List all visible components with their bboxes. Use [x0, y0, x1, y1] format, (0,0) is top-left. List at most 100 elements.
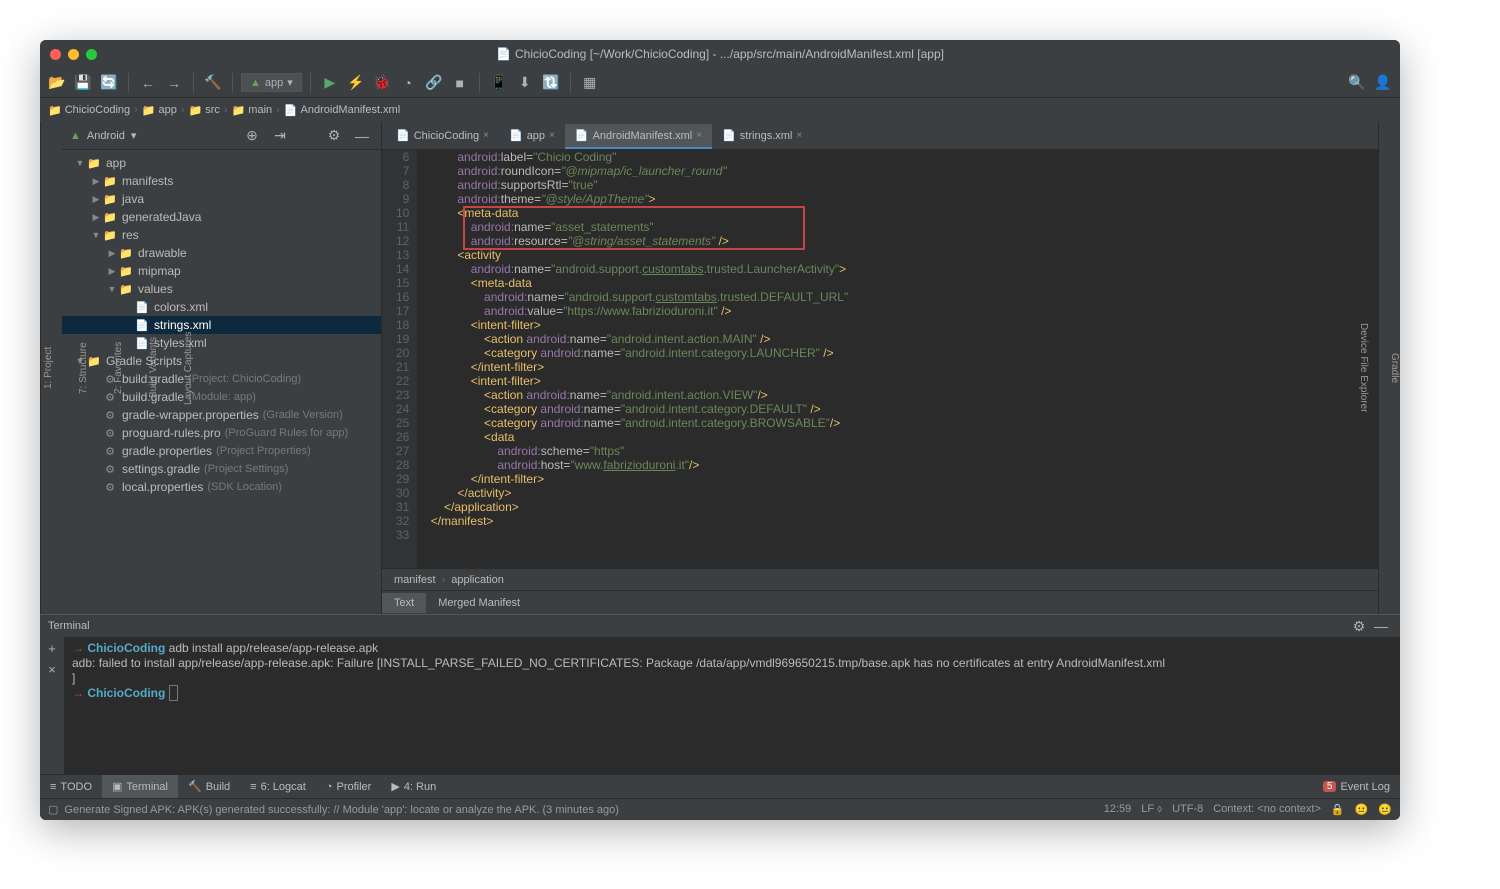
- debug-icon[interactable]: 🐞: [371, 72, 393, 94]
- sync-gradle-icon[interactable]: 🔃: [540, 72, 562, 94]
- run-config-selector[interactable]: ▲ app ▾: [241, 73, 302, 92]
- hide-icon[interactable]: —: [351, 125, 373, 147]
- code-line[interactable]: android:supportsRtl="true": [417, 178, 1368, 192]
- back-icon[interactable]: ←: [137, 72, 159, 94]
- code-line[interactable]: </activity>: [417, 486, 1368, 500]
- code-line[interactable]: <category android:name="android.intent.c…: [417, 346, 1368, 360]
- xml-breadcrumb-item[interactable]: application: [451, 574, 504, 586]
- code-line[interactable]: <meta-data: [417, 206, 1368, 220]
- code-line[interactable]: </intent-filter>: [417, 360, 1368, 374]
- tree-item[interactable]: 📄styles.xml: [62, 334, 381, 352]
- status-icon[interactable]: ▢: [48, 803, 58, 816]
- code-line[interactable]: <activity: [417, 248, 1368, 262]
- editor-mode-tab[interactable]: Merged Manifest: [426, 593, 532, 613]
- gear-icon[interactable]: ⚙: [1348, 615, 1370, 637]
- event-log-button[interactable]: 5 Event Log: [1313, 775, 1400, 798]
- editor-tab[interactable]: 📄app×: [499, 124, 565, 149]
- hide-icon[interactable]: —: [1370, 615, 1392, 637]
- tree-item[interactable]: ⚙proguard-rules.pro(ProGuard Rules for a…: [62, 424, 381, 442]
- tool-tab[interactable]: Build Variants: [146, 334, 161, 403]
- code-line[interactable]: <data: [417, 430, 1368, 444]
- breadcrumb-item[interactable]: 📁ChicioCoding: [48, 104, 130, 117]
- tool-tab[interactable]: 1: Project: [41, 343, 56, 393]
- tree-item[interactable]: ⚙local.properties(SDK Location): [62, 478, 381, 496]
- code-line[interactable]: android:roundIcon="@mipmap/ic_launcher_r…: [417, 164, 1368, 178]
- tree-item[interactable]: ▶📁generatedJava: [62, 208, 381, 226]
- project-tree[interactable]: ▼📁app▶📁manifests▶📁java▶📁generatedJava▼📁r…: [62, 150, 381, 614]
- tree-item[interactable]: ▶📁manifests: [62, 172, 381, 190]
- breadcrumb-item[interactable]: 📁src: [189, 104, 220, 117]
- bottom-tool-tab[interactable]: ▶4: Run: [381, 775, 446, 798]
- bottom-tool-tab[interactable]: 🔨Build: [178, 775, 240, 798]
- apply-changes-icon[interactable]: ⚡: [345, 72, 367, 94]
- code-line[interactable]: android:name="android.support.customtabs…: [417, 262, 1368, 276]
- close-tab-icon[interactable]: ×: [483, 130, 489, 141]
- inspection-icon[interactable]: 😐: [1355, 803, 1369, 816]
- code-line[interactable]: android:resource="@string/asset_statemen…: [417, 234, 1368, 248]
- code-line[interactable]: </application>: [417, 500, 1368, 514]
- tree-item[interactable]: ▼📁Gradle Scripts: [62, 352, 381, 370]
- code-line[interactable]: android:host="www.fabrizioduroni.it"/>: [417, 458, 1368, 472]
- code-content[interactable]: android:label="Chicio Coding" android:ro…: [417, 150, 1378, 568]
- tool-tab[interactable]: Gradle: [1389, 353, 1400, 383]
- breadcrumb-item[interactable]: 📁app: [142, 104, 177, 117]
- bottom-tool-tab[interactable]: ≡TODO: [40, 775, 102, 798]
- breadcrumb-item[interactable]: 📄AndroidManifest.xml: [284, 104, 400, 117]
- tree-item[interactable]: 📄strings.xml: [62, 316, 381, 334]
- attach-debugger-icon[interactable]: 🔗: [423, 72, 445, 94]
- target-icon[interactable]: ⊕: [241, 125, 263, 147]
- code-line[interactable]: android:label="Chicio Coding": [417, 150, 1368, 164]
- close-tab-icon[interactable]: ×: [48, 662, 56, 677]
- avd-manager-icon[interactable]: 📱: [488, 72, 510, 94]
- status-item[interactable]: UTF-8: [1172, 803, 1203, 815]
- editor-tab[interactable]: 📄strings.xml×: [712, 124, 812, 149]
- layout-inspector-icon[interactable]: ▦: [579, 72, 601, 94]
- search-icon[interactable]: 🔍: [1346, 72, 1368, 94]
- code-line[interactable]: android:name="asset_statements": [417, 220, 1368, 234]
- tool-tab[interactable]: 2: Favorites: [111, 338, 126, 398]
- code-line[interactable]: android:value="https://www.fabrizioduron…: [417, 304, 1368, 318]
- bottom-tool-tab[interactable]: ≡6: Logcat: [240, 775, 316, 798]
- forward-icon[interactable]: →: [163, 72, 185, 94]
- tree-item[interactable]: ▼📁values: [62, 280, 381, 298]
- stop-icon[interactable]: ■: [449, 72, 471, 94]
- code-line[interactable]: <action android:name="android.intent.act…: [417, 388, 1368, 402]
- breadcrumb-item[interactable]: 📁main: [232, 104, 273, 117]
- run-icon[interactable]: ▶: [319, 72, 341, 94]
- tree-item[interactable]: ▼📁res: [62, 226, 381, 244]
- tree-item[interactable]: ⚙settings.gradle(Project Settings): [62, 460, 381, 478]
- memory-icon[interactable]: 😐: [1378, 803, 1392, 816]
- close-tab-icon[interactable]: ×: [796, 130, 802, 141]
- code-line[interactable]: [417, 528, 1368, 542]
- code-editor[interactable]: 6789101112131415161718192021222324252627…: [382, 150, 1378, 568]
- add-tab-icon[interactable]: +: [48, 641, 56, 656]
- tree-item[interactable]: ▶📁java: [62, 190, 381, 208]
- sdk-manager-icon[interactable]: ⬇: [514, 72, 536, 94]
- code-line[interactable]: <action android:name="android.intent.act…: [417, 332, 1368, 346]
- gear-icon[interactable]: ⚙: [323, 125, 345, 147]
- editor-tab[interactable]: 📄ChicioCoding×: [386, 124, 499, 149]
- close-tab-icon[interactable]: ×: [549, 130, 555, 141]
- dropdown-icon[interactable]: ▾: [131, 129, 137, 142]
- editor-tab[interactable]: 📄AndroidManifest.xml×: [565, 124, 712, 149]
- status-item[interactable]: 12:59: [1104, 803, 1132, 815]
- user-icon[interactable]: 👤: [1372, 72, 1394, 94]
- code-line[interactable]: <meta-data: [417, 276, 1368, 290]
- close-tab-icon[interactable]: ×: [696, 130, 702, 141]
- minimize-window[interactable]: [68, 49, 79, 60]
- code-line[interactable]: <category android:name="android.intent.c…: [417, 416, 1368, 430]
- tree-item[interactable]: ⚙build.gradle(Module: app): [62, 388, 381, 406]
- lock-icon[interactable]: 🔒: [1331, 803, 1345, 816]
- code-line[interactable]: </intent-filter>: [417, 472, 1368, 486]
- tree-item[interactable]: ⚙gradle.properties(Project Properties): [62, 442, 381, 460]
- tool-tab[interactable]: 7: Structure: [76, 338, 91, 398]
- xml-breadcrumb-item[interactable]: manifest: [394, 574, 436, 586]
- save-icon[interactable]: 💾: [72, 72, 94, 94]
- tree-item[interactable]: ▶📁drawable: [62, 244, 381, 262]
- code-line[interactable]: <intent-filter>: [417, 318, 1368, 332]
- open-icon[interactable]: 📂: [46, 72, 68, 94]
- tool-tab[interactable]: Layout Captures: [181, 327, 196, 408]
- bottom-tool-tab[interactable]: ◔Profiler: [316, 775, 382, 798]
- code-line[interactable]: </manifest>: [417, 514, 1368, 528]
- maximize-window[interactable]: [86, 49, 97, 60]
